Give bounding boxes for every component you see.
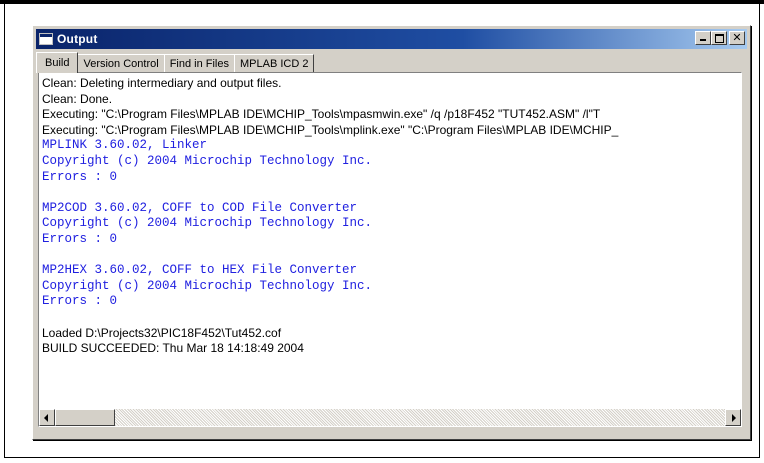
scroll-right-button[interactable]	[725, 409, 741, 426]
output-line: Errors : 0	[42, 231, 118, 246]
close-button[interactable]: ✕	[729, 31, 745, 45]
minimize-button[interactable]	[695, 31, 711, 45]
output-line: MPLINK 3.60.02, Linker	[42, 138, 208, 153]
minimize-icon	[696, 32, 710, 44]
output-line: Errors : 0	[42, 169, 118, 184]
maximize-button[interactable]	[711, 31, 727, 45]
tab-version-control[interactable]: Version Control	[77, 54, 165, 72]
output-window: Output ✕ Build Version Control Find in F…	[32, 25, 751, 440]
output-line: MP2HEX 3.60.02, COFF to HEX File Convert…	[42, 263, 358, 278]
output-line: Executing: "C:\Program Files\MPLAB IDE\M…	[42, 122, 619, 137]
window-title: Output	[57, 32, 98, 46]
tab-strip: Build Version Control Find in Files MPLA…	[36, 52, 315, 73]
output-line: Loaded D:\Projects32\PIC18F452\Tut452.co…	[42, 325, 282, 340]
scroll-left-button[interactable]	[39, 409, 55, 426]
output-line: Clean: Deleting intermediary and output …	[42, 76, 282, 90]
output-line: Clean: Done.	[42, 91, 113, 106]
scroll-thumb[interactable]	[55, 409, 115, 426]
output-line: MP2COD 3.60.02, COFF to COD File Convert…	[42, 200, 358, 215]
output-pane[interactable]: Clean: Deleting intermediary and output …	[38, 72, 742, 427]
maximize-icon	[712, 32, 726, 44]
close-icon: ✕	[732, 31, 742, 44]
output-line: Executing: "C:\Program Files\MPLAB IDE\M…	[42, 107, 601, 122]
output-lines: Clean: Deleting intermediary and output …	[42, 76, 739, 406]
scroll-track[interactable]	[115, 409, 725, 426]
output-line: Copyright (c) 2004 Microchip Technology …	[42, 278, 373, 293]
tab-mplab-icd-2[interactable]: MPLAB ICD 2	[233, 54, 315, 72]
title-buttons: ✕	[695, 31, 745, 45]
output-line: Copyright (c) 2004 Microchip Technology …	[42, 153, 373, 168]
title-bar[interactable]: Output ✕	[36, 29, 747, 49]
tab-build[interactable]: Build	[36, 52, 79, 73]
tab-find-in-files[interactable]: Find in Files	[163, 54, 235, 72]
horizontal-scrollbar[interactable]	[39, 409, 741, 426]
output-line: Errors : 0	[42, 294, 118, 309]
output-line: BUILD SUCCEEDED: Thu Mar 18 14:18:49 200…	[42, 341, 304, 356]
output-line: Copyright (c) 2004 Microchip Technology …	[42, 216, 373, 231]
window-icon	[39, 33, 53, 45]
